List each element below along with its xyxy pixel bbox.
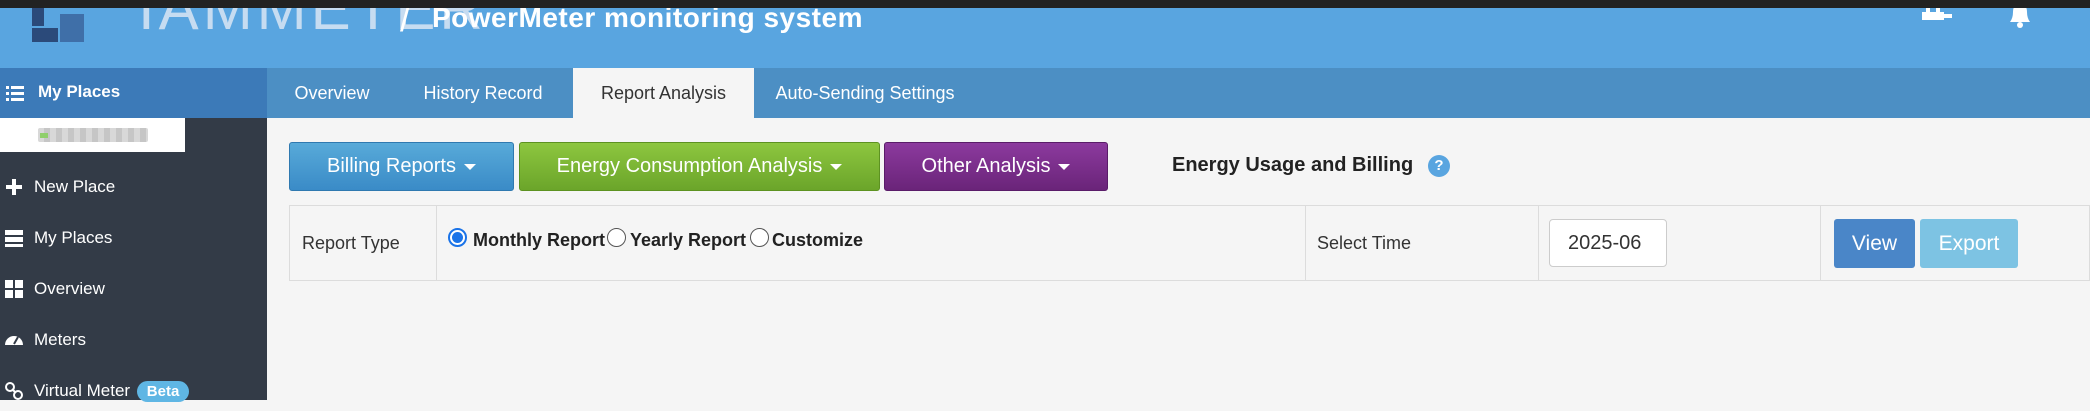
caret-down-icon — [463, 163, 476, 170]
tab-overview[interactable]: Overview — [267, 68, 397, 118]
sidebar-item-label: Meters — [34, 330, 86, 349]
report-type-label: Report Type — [302, 233, 400, 253]
customize-label[interactable]: Customize — [772, 230, 863, 251]
other-analysis-dropdown[interactable]: Other Analysis — [884, 142, 1108, 191]
yearly-report-label[interactable]: Yearly Report — [630, 230, 746, 251]
export-button[interactable]: Export — [1920, 219, 2018, 268]
monthly-report-radio[interactable] — [448, 228, 467, 247]
tab-bar: Overview History Record Report Analysis … — [267, 68, 2090, 118]
sidebar-item-label: New Place — [34, 177, 116, 196]
sidebar-item-label-wrap: Virtual Meter Beta — [34, 381, 190, 402]
other-analysis-label: Other Analysis — [921, 155, 1051, 177]
browser-top-strip — [0, 0, 2090, 8]
tab-auto-sending-settings[interactable]: Auto-Sending Settings — [754, 68, 976, 118]
cell-divider — [1538, 206, 1539, 280]
list-icon — [6, 86, 24, 101]
tab-history-record[interactable]: History Record — [397, 68, 569, 118]
caret-down-icon — [1058, 163, 1071, 170]
grid-icon — [5, 280, 23, 298]
sidebar: My Places New Place My Places Overview M… — [0, 68, 267, 402]
monthly-report-label[interactable]: Monthly Report — [473, 230, 605, 251]
sidebar-item-label: My Places — [34, 228, 113, 247]
billing-reports-dropdown[interactable]: Billing Reports — [289, 142, 514, 191]
cell-divider — [436, 206, 437, 280]
place-selector[interactable] — [0, 118, 185, 152]
page-heading: Energy Usage and Billing — [1172, 154, 1414, 176]
sidebar-item-label: Overview — [34, 279, 105, 298]
gauge-icon — [5, 336, 23, 345]
redacted-place-name — [38, 128, 148, 142]
sidebar-item-meters[interactable]: Meters — [0, 320, 267, 360]
logo-icon — [32, 4, 84, 42]
tab-report-analysis[interactable]: Report Analysis — [573, 68, 754, 118]
link-icon — [5, 382, 23, 400]
billing-reports-label: Billing Reports — [327, 155, 456, 177]
server-icon — [5, 230, 23, 247]
sidebar-item-my-places[interactable]: My Places — [0, 218, 267, 258]
report-filter-table: Report Type Monthly Report Yearly Report… — [289, 205, 2090, 281]
sidebar-header[interactable]: My Places — [0, 68, 267, 118]
sidebar-item-label: Virtual Meter — [34, 381, 131, 400]
view-button[interactable]: View — [1834, 219, 1915, 268]
caret-down-icon — [830, 163, 843, 170]
help-icon[interactable]: ? — [1428, 155, 1450, 177]
select-time-label: Select Time — [1317, 233, 1412, 253]
beta-badge: Beta — [136, 381, 190, 402]
sidebar-item-virtual-meter[interactable]: Virtual Meter Beta — [0, 371, 267, 411]
top-header: IAMMETER / PowerMeter monitoring system — [0, 0, 2090, 68]
cell-divider — [1305, 206, 1306, 280]
select-time-input[interactable]: 2025-06 — [1549, 219, 1667, 267]
sidebar-item-new-place[interactable]: New Place — [0, 167, 267, 207]
plus-icon — [6, 179, 22, 195]
sidebar-item-overview[interactable]: Overview — [0, 269, 267, 309]
yearly-report-radio[interactable] — [607, 228, 626, 247]
customize-radio[interactable] — [750, 228, 769, 247]
place-status-dot — [40, 133, 48, 138]
cell-divider — [1820, 206, 1821, 280]
sidebar-header-label: My Places — [38, 82, 121, 101]
energy-consumption-dropdown[interactable]: Energy Consumption Analysis — [519, 142, 880, 191]
energy-consumption-label: Energy Consumption Analysis — [556, 155, 823, 177]
